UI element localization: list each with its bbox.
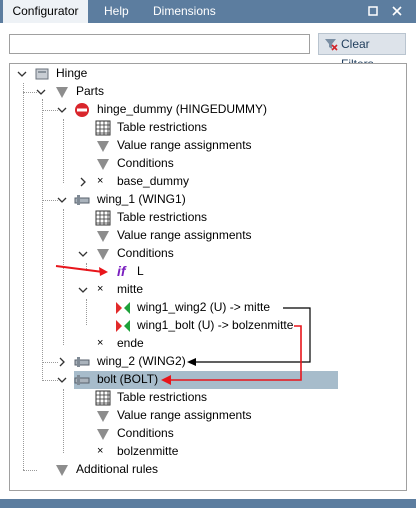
status-bar xyxy=(0,499,416,508)
arrowhead-icon xyxy=(161,375,171,385)
arrowhead-icon xyxy=(99,267,108,276)
arrowhead-icon xyxy=(187,358,196,366)
red-connector xyxy=(170,325,302,381)
annotation-overlay xyxy=(55,265,311,385)
black-connector xyxy=(195,307,311,363)
red-arrow xyxy=(55,265,104,273)
